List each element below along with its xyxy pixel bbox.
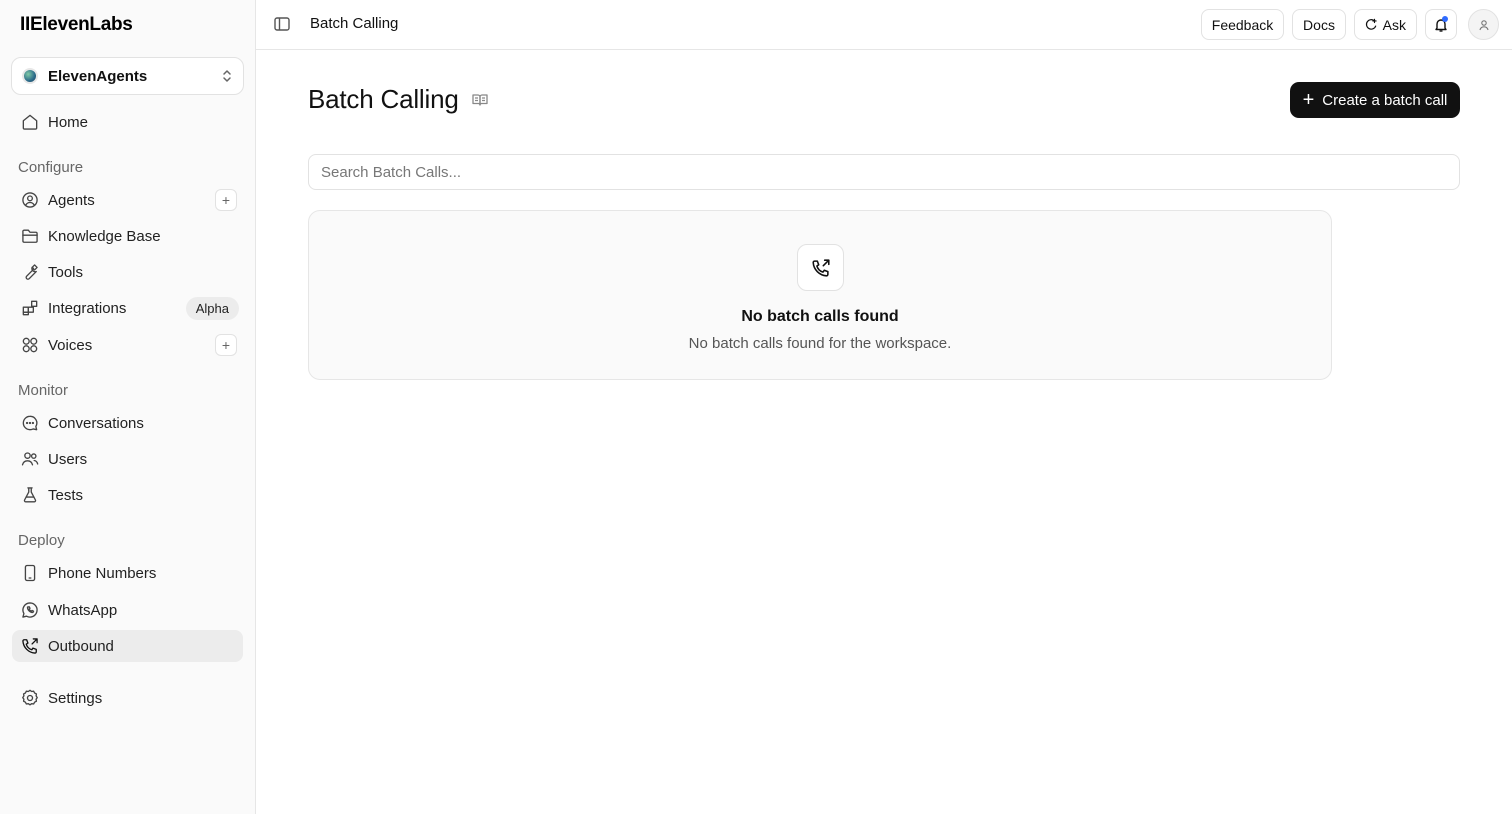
ask-label: Ask bbox=[1382, 16, 1406, 33]
docs-button[interactable]: Docs bbox=[1292, 9, 1346, 40]
sidebar-item-label: WhatsApp bbox=[48, 601, 118, 619]
workspace-name: ElevenAgents bbox=[48, 67, 148, 85]
sidebar-item-label: Integrations bbox=[48, 299, 127, 317]
sidebar-item-knowledge-base[interactable]: Knowledge Base bbox=[12, 220, 243, 252]
docs-book-icon[interactable] bbox=[471, 91, 489, 109]
user-icon bbox=[1478, 19, 1489, 30]
section-configure: Configure bbox=[18, 159, 84, 176]
sidebar-item-outbound[interactable]: Outbound bbox=[12, 630, 243, 662]
plus-icon: + bbox=[1302, 89, 1315, 111]
sidebar-item-conversations[interactable]: Conversations bbox=[12, 407, 243, 439]
chevron-up-down-icon bbox=[223, 70, 231, 82]
empty-state-icon-box bbox=[797, 244, 844, 291]
outbound-call-icon bbox=[22, 638, 38, 654]
outbound-call-icon bbox=[811, 258, 830, 277]
sidebar-item-label: Settings bbox=[48, 689, 103, 707]
sidebar-item-label: Knowledge Base bbox=[48, 227, 161, 245]
feedback-button[interactable]: Feedback bbox=[1201, 9, 1284, 40]
empty-state-subtitle: No batch calls found for the workspace. bbox=[688, 335, 952, 352]
sidebar-item-label: Tools bbox=[48, 263, 84, 281]
sidebar-item-whatsapp[interactable]: WhatsApp bbox=[12, 594, 243, 626]
create-batch-call-label: Create a batch call bbox=[1322, 91, 1448, 109]
sidebar-item-label: Voices bbox=[48, 336, 93, 354]
alpha-badge: Alpha bbox=[185, 296, 239, 320]
sidebar-item-label: Home bbox=[48, 113, 89, 131]
add-agent-button[interactable]: + bbox=[215, 189, 237, 211]
sidebar-item-phone-numbers[interactable]: Phone Numbers bbox=[12, 557, 243, 589]
add-voice-button[interactable]: + bbox=[215, 334, 237, 356]
sidebar-item-tools[interactable]: Tools bbox=[12, 256, 243, 288]
sidebar-item-tests[interactable]: Tests bbox=[12, 479, 243, 511]
sidebar-toggle-icon[interactable] bbox=[274, 16, 290, 32]
home-icon bbox=[22, 114, 38, 130]
sidebar-item-label: Outbound bbox=[48, 637, 114, 655]
sidebar-item-label: Agents bbox=[48, 191, 95, 209]
section-monitor: Monitor bbox=[18, 382, 69, 399]
folder-icon bbox=[22, 229, 38, 243]
sidebar-item-users[interactable]: Users bbox=[12, 443, 243, 475]
notification-dot bbox=[1442, 16, 1448, 22]
sidebar-item-home[interactable]: Home bbox=[12, 106, 243, 138]
search-batch-calls-input[interactable] bbox=[308, 154, 1460, 190]
workspace-avatar-icon bbox=[22, 68, 38, 84]
create-batch-call-button[interactable]: + Create a batch call bbox=[1290, 82, 1460, 118]
voices-icon bbox=[22, 337, 38, 353]
wrench-icon bbox=[25, 264, 38, 280]
flask-icon bbox=[23, 487, 37, 503]
whatsapp-icon bbox=[22, 602, 38, 618]
sidebar-item-label: Tests bbox=[48, 486, 84, 504]
chat-icon bbox=[22, 415, 38, 431]
notifications-button[interactable] bbox=[1425, 9, 1457, 40]
sidebar-item-voices[interactable]: Voices + bbox=[12, 329, 243, 361]
agent-icon bbox=[22, 192, 38, 208]
user-avatar[interactable] bbox=[1468, 9, 1499, 40]
page-title: Batch Calling bbox=[308, 84, 459, 114]
sidebar-item-integrations[interactable]: Integrations Alpha bbox=[12, 292, 243, 324]
section-deploy: Deploy bbox=[18, 532, 65, 549]
elevenlabs-logo[interactable]: IIElevenLabs bbox=[20, 14, 133, 36]
ask-button[interactable]: Ask bbox=[1354, 9, 1417, 40]
sidebar: IIElevenLabs ElevenAgents Home Configure… bbox=[0, 0, 256, 814]
breadcrumb: Batch Calling bbox=[310, 15, 399, 32]
phone-icon bbox=[24, 564, 36, 582]
users-icon bbox=[21, 452, 39, 466]
sidebar-item-label: Users bbox=[48, 450, 88, 468]
topbar: Batch Calling Feedback Docs Ask bbox=[256, 0, 1512, 50]
integrations-icon bbox=[22, 300, 38, 316]
sidebar-item-label: Conversations bbox=[48, 414, 144, 432]
ask-chat-icon bbox=[1365, 18, 1377, 30]
empty-state-title: No batch calls found bbox=[741, 308, 899, 325]
workspace-selector[interactable]: ElevenAgents bbox=[11, 57, 244, 95]
sidebar-item-settings[interactable]: Settings bbox=[12, 682, 243, 714]
gear-icon bbox=[22, 689, 38, 706]
empty-state-card: No batch calls found No batch calls foun… bbox=[308, 210, 1332, 380]
sidebar-item-agents[interactable]: Agents + bbox=[12, 184, 243, 216]
sidebar-item-label: Phone Numbers bbox=[48, 564, 157, 582]
